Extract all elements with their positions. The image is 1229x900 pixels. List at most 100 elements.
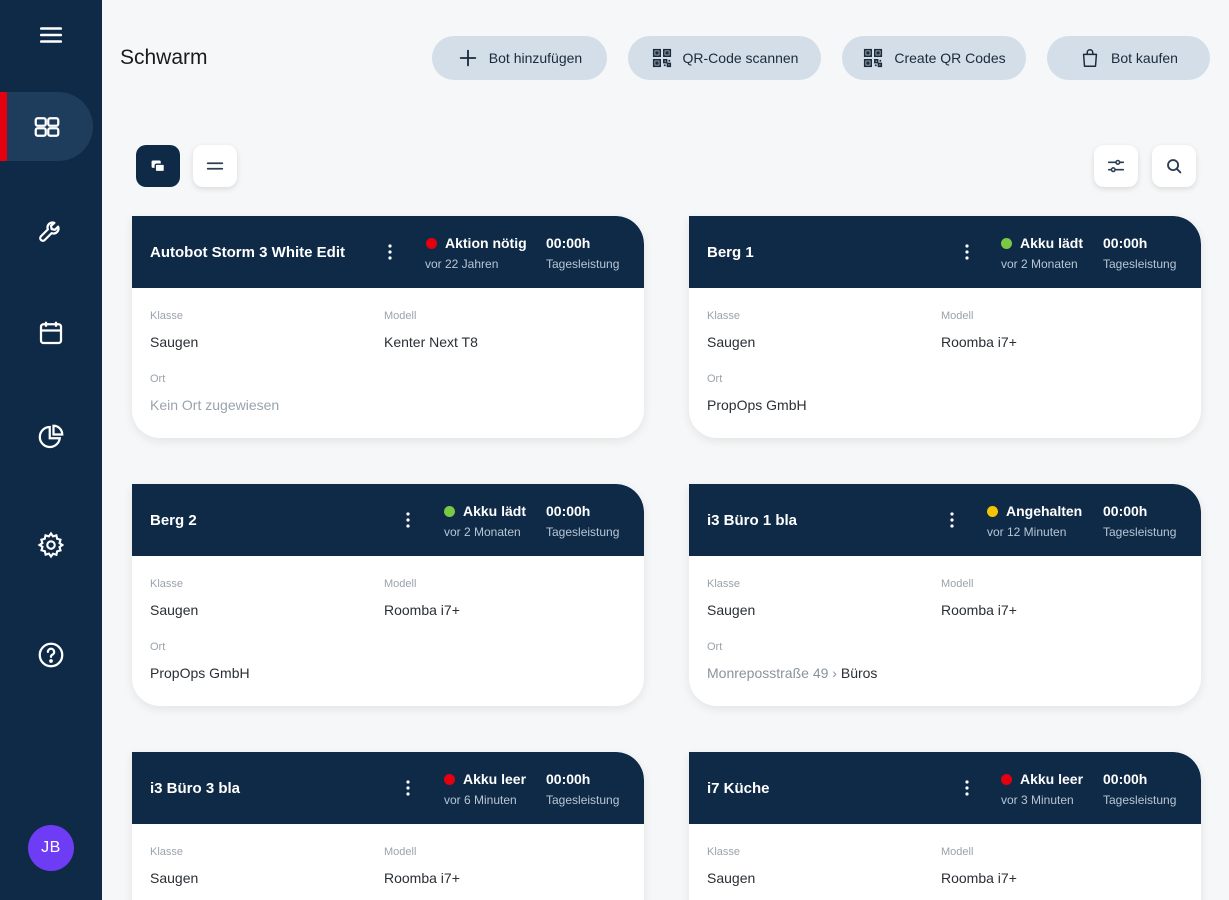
- model-label: Modell: [941, 846, 974, 858]
- status-indicator-red: [444, 774, 455, 785]
- daily-performance-label: Tagesleistung: [1103, 257, 1177, 271]
- model-value: Roomba i7+: [384, 602, 460, 618]
- class-value: Saugen: [707, 334, 756, 350]
- class-label: Klasse: [707, 310, 741, 322]
- shopping-bag-icon: [1082, 49, 1098, 67]
- search-button[interactable]: [1152, 145, 1196, 187]
- kebab-menu-icon: [406, 512, 410, 528]
- menu-button[interactable]: [0, 0, 102, 70]
- breadcrumb-separator-icon: ›: [832, 665, 841, 681]
- bot-card-header: Berg 1 Akku lädt vor 2 Monaten 00:00h Ta…: [689, 216, 1201, 288]
- model-value: Roomba i7+: [941, 334, 1017, 350]
- bot-card[interactable]: i7 Küche Akku leer vor 3 Minuten 00:00h …: [689, 752, 1201, 900]
- sidebar-item-statistics[interactable]: [0, 402, 102, 472]
- more-options-button[interactable]: [400, 776, 416, 800]
- scan-qr-label: QR-Code scannen: [682, 50, 799, 66]
- model-label: Modell: [941, 310, 974, 322]
- grid-icon: [34, 117, 59, 137]
- plus-icon: [459, 49, 477, 67]
- status-time: vor 6 Minuten: [444, 793, 517, 807]
- sidebar-item-dashboard[interactable]: [0, 92, 93, 162]
- bot-name: Berg 1: [707, 244, 754, 261]
- bot-status: Akku leer: [1020, 771, 1084, 787]
- model-value: Roomba i7+: [384, 870, 460, 886]
- model-value: Roomba i7+: [941, 602, 1017, 618]
- more-options-button[interactable]: [944, 508, 960, 532]
- sidebar-item-tools[interactable]: [0, 195, 102, 265]
- scan-qr-button[interactable]: QR-Code scannen: [628, 36, 821, 80]
- class-label: Klasse: [707, 846, 741, 858]
- model-label: Modell: [384, 578, 417, 590]
- daily-performance-value: 00:00h: [546, 235, 591, 251]
- filter-button[interactable]: [1094, 145, 1138, 187]
- sidebar-item-calendar[interactable]: [0, 298, 102, 368]
- qr-code-icon: [864, 48, 883, 68]
- class-value: Saugen: [707, 602, 756, 618]
- kebab-menu-icon: [388, 244, 392, 260]
- list-view-toggle[interactable]: [193, 145, 237, 187]
- location-value: Kein Ort zugewiesen: [150, 397, 280, 413]
- user-avatar[interactable]: JB: [28, 825, 74, 871]
- model-label: Modell: [941, 578, 974, 590]
- pie-chart-icon: [38, 424, 64, 449]
- bot-card[interactable]: Autobot Storm 3 White Edit Aktion nötig …: [132, 216, 644, 438]
- search-icon: [1167, 159, 1182, 174]
- daily-performance-value: 00:00h: [1103, 235, 1148, 251]
- daily-performance-label: Tagesleistung: [1103, 525, 1177, 539]
- bot-card-header: i3 Büro 3 bla Akku leer vor 6 Minuten 00…: [132, 752, 644, 824]
- daily-performance-label: Tagesleistung: [546, 257, 620, 271]
- status-time: vor 3 Minuten: [1001, 793, 1074, 807]
- daily-performance-label: Tagesleistung: [546, 525, 620, 539]
- buy-bot-button[interactable]: Bot kaufen: [1047, 36, 1210, 80]
- location-address: Monreposstraße 49: [707, 665, 829, 681]
- location-label: Ort: [707, 373, 723, 385]
- create-qr-codes-label: Create QR Codes: [894, 50, 1006, 66]
- bot-card[interactable]: i3 Büro 3 bla Akku leer vor 6 Minuten 00…: [132, 752, 644, 900]
- kebab-menu-icon: [406, 780, 410, 796]
- class-label: Klasse: [150, 846, 184, 858]
- daily-performance-label: Tagesleistung: [1103, 793, 1177, 807]
- location-value: PropOps GmbH: [707, 397, 807, 413]
- daily-performance-value: 00:00h: [546, 503, 591, 519]
- class-value: Saugen: [150, 870, 199, 886]
- sidebar-item-settings[interactable]: [0, 510, 102, 580]
- class-label: Klasse: [707, 578, 741, 590]
- sidebar-item-help[interactable]: [0, 620, 102, 690]
- more-options-button[interactable]: [959, 776, 975, 800]
- more-options-button[interactable]: [382, 240, 398, 264]
- class-label: Klasse: [150, 310, 184, 322]
- bot-status: Akku lädt: [463, 503, 527, 519]
- location-breadcrumb: Monreposstraße 49 › Büros: [707, 665, 877, 681]
- calendar-icon: [39, 321, 63, 345]
- bot-status: Aktion nötig: [445, 235, 527, 251]
- kebab-menu-icon: [950, 512, 954, 528]
- bot-card-header: i3 Büro 1 bla Angehalten vor 12 Minuten …: [689, 484, 1201, 556]
- sliders-icon: [1107, 159, 1125, 173]
- daily-performance-value: 00:00h: [546, 771, 591, 787]
- location-label: Ort: [150, 373, 166, 385]
- model-value: Kenter Next T8: [384, 334, 478, 350]
- add-bot-button[interactable]: Bot hinzufügen: [432, 36, 607, 80]
- more-options-button[interactable]: [959, 240, 975, 264]
- list-view-icon: [206, 162, 224, 170]
- bot-card[interactable]: i3 Büro 1 bla Angehalten vor 12 Minuten …: [689, 484, 1201, 706]
- hamburger-menu-icon: [39, 27, 63, 43]
- bot-card[interactable]: Berg 2 Akku lädt vor 2 Monaten 00:00h Ta…: [132, 484, 644, 706]
- kebab-menu-icon: [965, 780, 969, 796]
- bot-status: Akku leer: [463, 771, 527, 787]
- more-options-button[interactable]: [400, 508, 416, 532]
- status-time: vor 12 Minuten: [987, 525, 1067, 539]
- bot-status: Angehalten: [1006, 503, 1083, 519]
- wrench-icon: [39, 221, 60, 242]
- location-value: PropOps GmbH: [150, 665, 250, 681]
- status-time: vor 2 Monaten: [444, 525, 521, 539]
- location-area: Büros: [840, 665, 878, 681]
- bot-card[interactable]: Berg 1 Akku lädt vor 2 Monaten 00:00h Ta…: [689, 216, 1201, 438]
- create-qr-codes-button[interactable]: Create QR Codes: [842, 36, 1026, 80]
- grid-view-toggle[interactable]: [136, 145, 180, 187]
- bot-card-header: Berg 2 Akku lädt vor 2 Monaten 00:00h Ta…: [132, 484, 644, 556]
- cards-view-icon: [151, 160, 166, 173]
- model-value: Roomba i7+: [941, 870, 1017, 886]
- model-label: Modell: [384, 310, 417, 322]
- daily-performance-value: 00:00h: [1103, 771, 1148, 787]
